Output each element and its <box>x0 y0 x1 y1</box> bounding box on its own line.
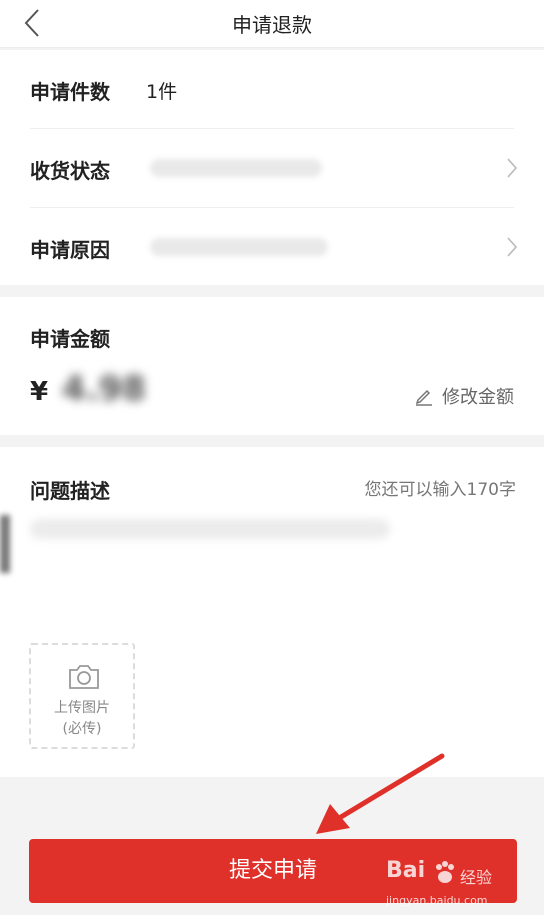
quantity-row: 申请件数 1件 <box>0 50 544 128</box>
watermark-suffix: 经验 <box>460 868 493 887</box>
camera-icon <box>69 665 99 689</box>
description-input[interactable] <box>30 519 390 539</box>
reason-value <box>150 238 328 256</box>
receipt-status-row[interactable]: 收货状态 <box>0 129 544 207</box>
receipt-status-value <box>150 159 322 177</box>
amount-label: 申请金额 <box>30 327 110 351</box>
text-cursor <box>0 515 10 573</box>
watermark-url: jingyan.baidu.com <box>386 894 488 907</box>
description-card: 问题描述 您还可以输入170字 上传图片 (必传) <box>0 447 544 777</box>
navigation-bar: 申请退款 <box>0 0 544 48</box>
reason-label: 申请原因 <box>30 238 110 262</box>
paw-icon <box>436 861 454 883</box>
annotation-arrow <box>316 753 445 834</box>
amount-value: 4.98 <box>62 369 146 409</box>
quantity-value: 1件 <box>146 81 178 103</box>
upload-label: 上传图片 <box>54 700 110 716</box>
char-counter: 您还可以输入170字 <box>364 480 516 500</box>
currency-symbol: ¥ <box>30 377 49 407</box>
edit-amount-button[interactable]: 修改金额 <box>414 383 514 409</box>
refund-amount-card: 申请金额 ¥ 4.98 修改金额 <box>0 297 544 435</box>
refund-info-card: 申请件数 1件 收货状态 申请原因 <box>0 50 544 285</box>
reason-row[interactable]: 申请原因 <box>0 208 544 286</box>
upload-required-note: (必传) <box>62 721 102 737</box>
page-title: 申请退款 <box>232 13 312 37</box>
description-label: 问题描述 <box>30 479 110 503</box>
pencil-icon <box>415 389 432 406</box>
receipt-status-label: 收货状态 <box>30 159 110 183</box>
watermark: Bai 经验 jingyan.baidu.com <box>386 858 516 912</box>
chevron-right-icon <box>507 237 518 257</box>
chevron-right-icon <box>507 158 518 178</box>
edit-amount-label: 修改金额 <box>442 387 514 408</box>
upload-image-button[interactable]: 上传图片 (必传) <box>29 643 135 749</box>
quantity-label: 申请件数 <box>30 80 110 104</box>
watermark-brand: Bai <box>386 858 426 883</box>
